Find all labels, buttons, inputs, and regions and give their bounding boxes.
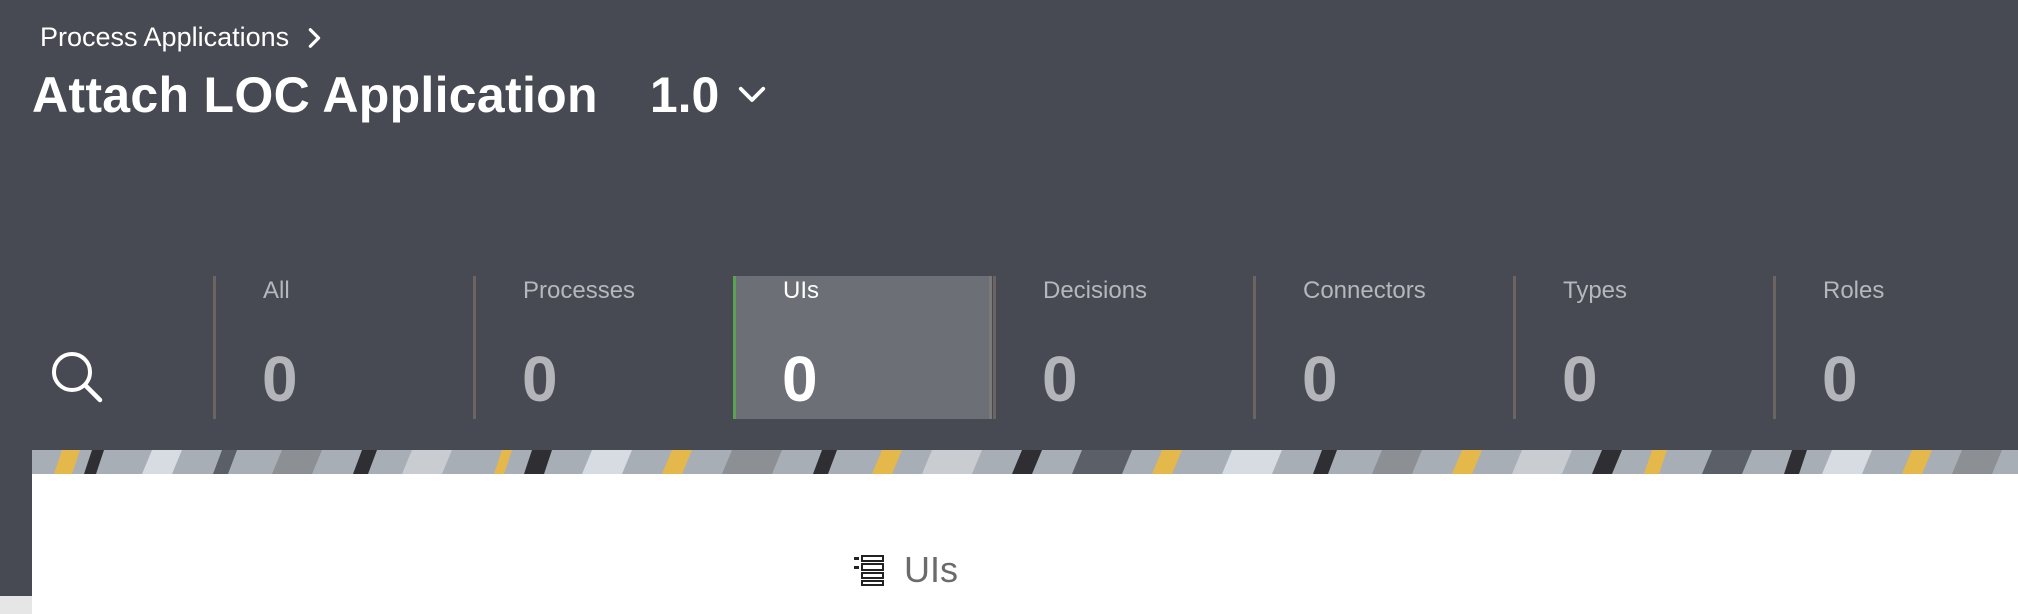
tab-count: 0: [1562, 343, 1598, 415]
tab-count: 0: [1042, 343, 1078, 415]
title-row: Attach LOC Application 1.0: [32, 66, 767, 124]
tab-count: 0: [262, 343, 298, 415]
page-edge: [0, 596, 32, 614]
tab-count: 0: [522, 343, 558, 415]
tab-count: 0: [782, 343, 818, 415]
tab-label: UIs: [783, 277, 819, 304]
tab-uis[interactable]: UIs 0: [733, 276, 992, 419]
breadcrumb: Process Applications: [40, 22, 325, 53]
panel-heading-text: UIs: [904, 549, 958, 590]
tab-roles[interactable]: Roles 0: [1773, 276, 2018, 419]
content-panel: UIs: [32, 474, 2018, 614]
tab-processes[interactable]: Processes 0: [473, 276, 732, 419]
breadcrumb-link-process-applications[interactable]: Process Applications: [40, 22, 289, 53]
chevron-down-icon: [739, 86, 766, 102]
tab-all[interactable]: All 0: [213, 276, 472, 419]
search-icon[interactable]: [50, 350, 104, 404]
decorative-banner: [32, 450, 2018, 474]
tab-label: All: [263, 277, 290, 304]
tab-label: Roles: [1823, 277, 1885, 304]
tab-count: 0: [1302, 343, 1338, 415]
tab-label: Processes: [523, 277, 636, 304]
tab-count: 0: [1822, 343, 1858, 415]
banner-pattern: [32, 450, 2018, 474]
tab-label: Types: [1563, 277, 1628, 304]
tab-label: Connectors: [1303, 277, 1426, 304]
page-title: Attach LOC Application: [32, 67, 598, 123]
list-icon: [854, 555, 884, 586]
version-value: 1.0: [649, 67, 720, 123]
version-dropdown[interactable]: 1.0: [650, 66, 768, 124]
tab-decisions[interactable]: Decisions 0: [993, 276, 1252, 419]
tab-label: Decisions: [1043, 277, 1148, 304]
tab-types[interactable]: Types 0: [1513, 276, 1772, 419]
tab-connectors[interactable]: Connectors 0: [1253, 276, 1512, 419]
panel-heading: UIs: [852, 549, 958, 591]
chevron-right-icon: [308, 27, 321, 48]
